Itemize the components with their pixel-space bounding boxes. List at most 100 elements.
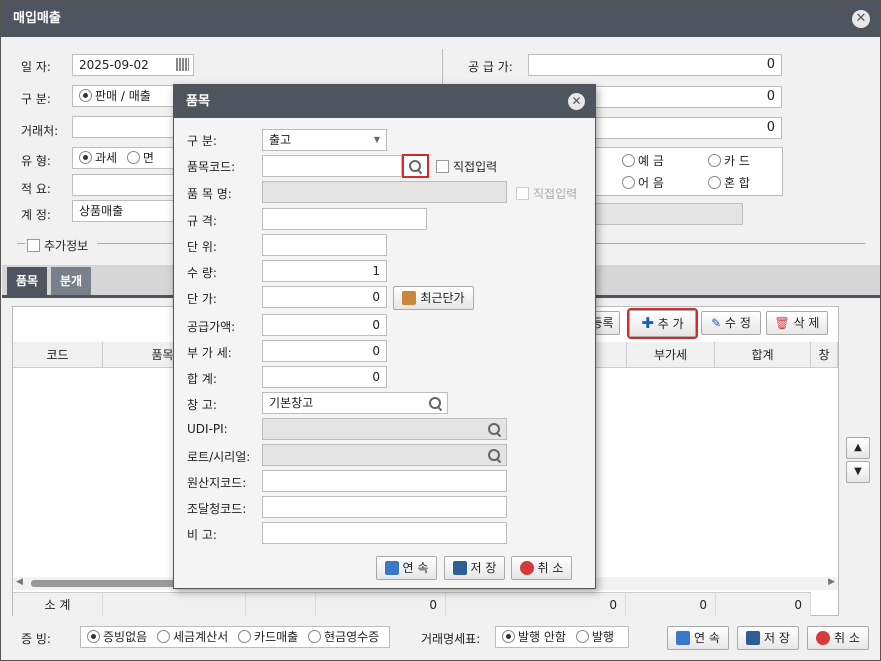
statement-label: 거래명세표: bbox=[421, 632, 481, 646]
partner-input[interactable] bbox=[72, 116, 182, 138]
dialog-cancel-button[interactable]: 취 소 bbox=[511, 556, 572, 580]
radio-icon[interactable] bbox=[79, 151, 92, 164]
type-label: 구 분: bbox=[187, 134, 217, 148]
chevron-down-icon: ▼ bbox=[373, 135, 380, 144]
tab-items[interactable]: 품목 bbox=[7, 267, 47, 295]
checkbox-icon[interactable] bbox=[436, 160, 449, 173]
total-value: 0 bbox=[372, 370, 380, 384]
radio-icon[interactable] bbox=[308, 630, 322, 643]
scroll-left-icon[interactable]: ◀ bbox=[16, 577, 23, 587]
proof-opt-label: 현금영수증 bbox=[324, 630, 380, 644]
radio-icon[interactable] bbox=[126, 151, 140, 164]
warehouse-label: 창 고: bbox=[187, 398, 217, 412]
total-input[interactable]: 0 bbox=[262, 366, 387, 388]
add-button[interactable]: ✚ 추 가 bbox=[627, 308, 698, 339]
direct-input-label: 직접입력 bbox=[453, 160, 498, 174]
proof-opt-label: 증빙없음 bbox=[103, 630, 148, 644]
search-icon[interactable] bbox=[488, 423, 501, 436]
dialog-save-button[interactable]: 저 장 bbox=[444, 556, 505, 580]
arrow-up-icon: ▲ bbox=[854, 442, 862, 453]
extra-info-toggle[interactable]: 추가정보 bbox=[27, 237, 88, 254]
trash-icon: 🗑 bbox=[774, 316, 790, 330]
edit-button[interactable]: ✎ 수 정 bbox=[701, 311, 761, 335]
lot-input bbox=[262, 444, 507, 466]
search-icon[interactable] bbox=[488, 449, 501, 462]
continue-button[interactable]: 연 속 bbox=[667, 626, 729, 650]
account-value: 상품매출 bbox=[79, 204, 124, 218]
checkbox-icon[interactable] bbox=[27, 239, 40, 252]
vat-input[interactable]: 0 bbox=[591, 86, 782, 108]
supply-input[interactable]: 0 bbox=[528, 54, 782, 76]
arrow-down-icon: ▼ bbox=[854, 466, 862, 477]
checkbox-icon bbox=[516, 187, 529, 200]
recent-price-label: 최근단가 bbox=[420, 291, 465, 305]
qty-input[interactable]: 1 bbox=[262, 260, 387, 282]
qty-label: 수 량: bbox=[187, 266, 217, 280]
category-radio-group[interactable]: 과세 면 bbox=[72, 147, 182, 169]
name-direct-input-toggle: 직접입력 bbox=[516, 185, 577, 202]
cancel-button[interactable]: 취 소 bbox=[807, 626, 869, 650]
warehouse-input[interactable]: 기본창고 bbox=[262, 392, 448, 414]
close-icon[interactable]: ✕ bbox=[852, 10, 870, 28]
col-header-code[interactable]: 코드 bbox=[13, 342, 103, 368]
recent-price-button[interactable]: 최근단가 bbox=[393, 286, 474, 310]
type-select[interactable]: 출고 ▼ bbox=[262, 129, 387, 151]
statement-radio-group[interactable]: 발행 안함 발행 bbox=[495, 626, 629, 648]
radio-icon[interactable] bbox=[87, 630, 100, 643]
radio-icon[interactable] bbox=[708, 176, 721, 189]
total-input[interactable]: 0 bbox=[591, 117, 782, 139]
dialog-continue-button[interactable]: 연 속 bbox=[376, 556, 437, 580]
proof-radio-group[interactable]: 증빙없음 세금계산서 카드매출 현금영수증 bbox=[80, 626, 390, 648]
proof-opt-label: 카드매출 bbox=[254, 630, 299, 644]
radio-icon[interactable] bbox=[502, 630, 515, 643]
supply-input[interactable]: 0 bbox=[262, 314, 387, 336]
vat-input[interactable]: 0 bbox=[262, 340, 387, 362]
print-icon bbox=[384, 561, 399, 575]
statement-opt-label: 발행 안함 bbox=[518, 630, 566, 644]
origin-input[interactable] bbox=[262, 470, 507, 492]
supply-value: 0 bbox=[372, 318, 380, 332]
col-header-vat[interactable]: 부가세 bbox=[627, 342, 715, 368]
col-header-total[interactable]: 합계 bbox=[715, 342, 811, 368]
pay-opt1-label: 예 금 bbox=[638, 154, 664, 168]
scroll-right-icon[interactable]: ▶ bbox=[828, 577, 835, 587]
add-label: 추 가 bbox=[657, 317, 684, 331]
radio-icon[interactable] bbox=[79, 89, 92, 102]
spec-input[interactable] bbox=[262, 208, 427, 230]
procure-input[interactable] bbox=[262, 496, 507, 518]
vat-label: 부 가 세: bbox=[187, 346, 232, 360]
move-up-button[interactable]: ▲ bbox=[846, 437, 870, 459]
move-down-button[interactable]: ▼ bbox=[846, 461, 870, 483]
radio-icon[interactable] bbox=[157, 630, 170, 643]
tab-journal[interactable]: 분개 bbox=[51, 267, 91, 295]
radio-icon[interactable] bbox=[575, 630, 589, 643]
calendar-icon[interactable] bbox=[176, 58, 189, 71]
code-input[interactable] bbox=[262, 155, 402, 177]
dialog-close-icon[interactable]: ✕ bbox=[568, 93, 585, 110]
save-button[interactable]: 저 장 bbox=[737, 626, 799, 650]
pay-opt2-label: 카 드 bbox=[724, 154, 750, 168]
cancel-icon bbox=[519, 561, 534, 575]
radio-icon[interactable] bbox=[622, 154, 635, 167]
subtotal-cell-1: 0 bbox=[316, 592, 446, 616]
col-header-warehouse[interactable]: 창 bbox=[811, 342, 838, 368]
summary-label: 적 요: bbox=[21, 182, 51, 196]
note-label: 비 고: bbox=[187, 528, 217, 542]
direct-input-toggle[interactable]: 직접입력 bbox=[436, 158, 497, 175]
note-input[interactable] bbox=[262, 522, 507, 544]
supply-label: 공급가액: bbox=[187, 320, 236, 334]
code-search-button[interactable] bbox=[402, 154, 429, 178]
type-radio-group[interactable]: 판매 / 매출 bbox=[72, 85, 182, 107]
unit-input[interactable] bbox=[262, 234, 387, 256]
search-icon[interactable] bbox=[429, 397, 442, 410]
window-title: 매입매출 bbox=[1, 1, 880, 37]
radio-icon[interactable] bbox=[622, 176, 635, 189]
type-option-label: 판매 / 매출 bbox=[95, 89, 151, 103]
payment-radio-group[interactable]: 예 금 카 드 어 음 혼 합 bbox=[591, 147, 783, 196]
summary-input[interactable] bbox=[72, 174, 182, 196]
radio-icon[interactable] bbox=[708, 154, 721, 167]
radio-icon[interactable] bbox=[238, 630, 252, 643]
price-input[interactable]: 0 bbox=[262, 286, 387, 308]
delete-button[interactable]: 🗑 삭 제 bbox=[766, 311, 828, 335]
account-input[interactable]: 상품매출 bbox=[72, 200, 182, 222]
